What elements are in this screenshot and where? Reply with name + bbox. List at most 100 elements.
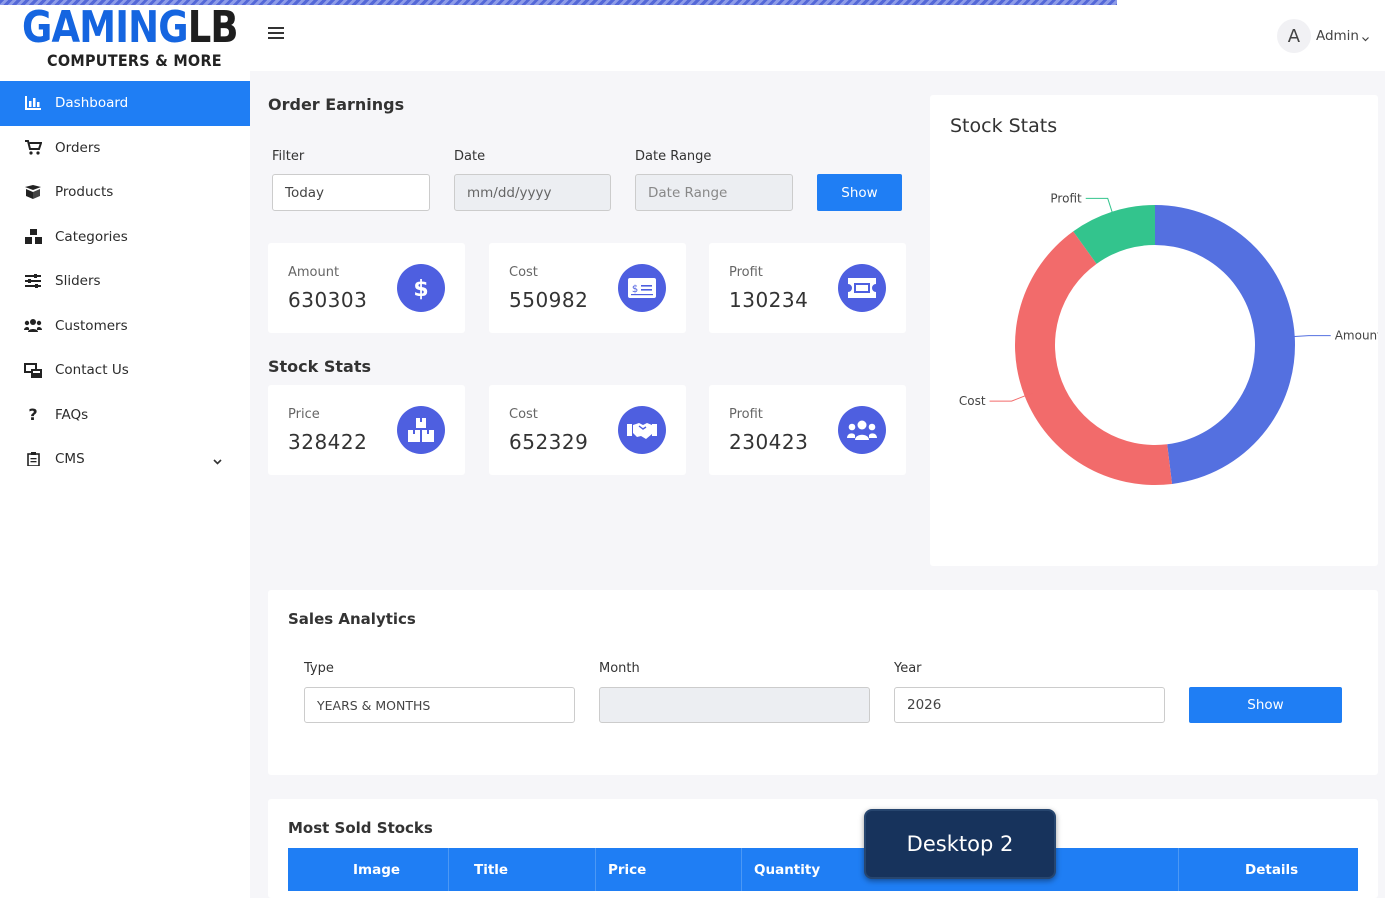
stock-stats-title: Stock Stats [268,357,371,376]
chevron-down-icon [1362,27,1369,46]
sidebar-item-contact-us[interactable]: Contact Us [0,348,250,393]
card-label: Amount [288,265,340,280]
boxes-icon [24,228,42,246]
users-icon [24,317,42,335]
logo-main-text: GAMING [22,2,189,53]
date-input[interactable]: mm/dd/yyyy [454,174,611,211]
earnings-cost-card: Cost 550982 $ [489,243,686,333]
column-header-quantity[interactable]: Quantity [754,848,820,891]
card-value: 550982 [509,288,589,312]
date-label: Date [454,149,486,164]
brand-logo[interactable]: GAMINGLB COMPUTERS & MORE [22,2,239,75]
sidebar-item-customers[interactable]: Customers [0,304,250,349]
month-label: Month [599,661,640,676]
donut-label-amount: Amount [1335,329,1378,343]
sliders-icon [24,272,42,290]
sidebar-item-sliders[interactable]: Sliders [0,259,250,304]
card-label: Cost [509,407,538,422]
donut-label-profit: Profit [1050,191,1082,205]
card-value: 130234 [729,288,809,312]
sidebar-item-label: Sliders [55,273,101,290]
column-divider [1178,848,1179,891]
column-header-title[interactable]: Title [474,848,508,891]
year-label: Year [894,661,922,676]
loading-progress-bar [0,0,1117,5]
order-earnings-show-button[interactable]: Show [817,174,902,211]
sidebar-item-label: Orders [55,139,101,156]
svg-text:$: $ [632,284,638,295]
dollar-icon: $ [397,264,445,312]
date-range-label: Date Range [635,149,712,164]
filter-select[interactable]: Today [272,174,430,211]
column-divider [448,848,449,891]
column-header-details[interactable]: Details [1245,848,1298,891]
sidebar-item-categories[interactable]: Categories [0,215,250,260]
stock-profit-card: Profit 230423 [709,385,906,475]
card-label: Profit [729,265,763,280]
users-icon [838,406,886,454]
clipboard-icon [24,450,42,468]
type-label: Type [304,661,334,676]
boxes-icon [397,406,445,454]
box-icon [24,183,42,201]
sidebar-item-label: Customers [55,317,128,334]
card-label: Cost [509,265,538,280]
sidebar-item-label: FAQs [55,406,89,423]
filter-label: Filter [272,149,305,164]
column-divider [741,848,742,891]
sidebar-item-faqs[interactable]: ? FAQs [0,393,250,438]
contact-icon [24,361,42,379]
stock-cost-card: Cost 652329 [489,385,686,475]
card-value: 328422 [288,430,368,454]
avatar[interactable]: A [1276,19,1311,53]
sidebar-item-cms[interactable]: CMS [0,437,250,482]
chart-bar-icon [24,94,42,112]
question-icon: ? [28,405,38,425]
chevron-down-icon[interactable] [213,453,222,469]
earnings-amount-card: Amount 630303 $ [268,243,465,333]
stock-price-card: Price 328422 [268,385,465,475]
sidebar-item-dashboard[interactable]: Dashboard [0,81,250,126]
desktop-switcher-badge[interactable]: Desktop 2 [864,809,1056,879]
sidebar-item-orders[interactable]: Orders [0,126,250,171]
most-sold-table-header: Image Title Price Quantity Details [288,848,1358,891]
handshake-icon [618,406,666,454]
order-earnings-title: Order Earnings [268,95,405,114]
stock-stats-chart-panel: Stock Stats Amount Cost Profit [930,95,1378,566]
user-menu[interactable]: A Admin [1276,19,1369,53]
column-header-image[interactable]: Image [353,848,400,891]
sidebar-item-products[interactable]: Products [0,170,250,215]
month-select[interactable] [599,687,870,723]
most-sold-title: Most Sold Stocks [288,819,433,837]
logo-subtitle: COMPUTERS & MORE [47,51,222,70]
column-divider [595,848,596,891]
column-header-price[interactable]: Price [608,848,646,891]
sidebar-item-label: Dashboard [55,95,129,112]
card-value: 652329 [509,430,589,454]
menu-toggle-icon[interactable] [268,27,284,41]
card-value: 630303 [288,288,368,312]
year-input[interactable]: 2026 [894,687,1165,723]
sales-analytics-panel: Sales Analytics Type Month Year YEARS & … [268,590,1378,775]
cart-icon [24,139,42,157]
sidebar-item-label: Categories [55,228,128,245]
sales-analytics-show-button[interactable]: Show [1189,687,1342,723]
ticket-icon [838,264,886,312]
card-value: 230423 [729,430,809,454]
donut-label-cost: Cost [959,394,986,408]
earnings-profit-card: Profit 130234 [709,243,906,333]
sidebar: GAMINGLB COMPUTERS & MORE Dashboard Orde… [0,0,250,898]
type-select[interactable]: YEARS & MONTHS [304,687,575,723]
logo-accent-text: LB [187,2,239,53]
date-range-input[interactable]: Date Range [635,174,793,211]
top-bar: A Admin [250,0,1385,71]
donut-slice-amount[interactable] [1155,205,1295,484]
svg-text:$: $ [413,277,428,300]
money-check-icon: $ [618,264,666,312]
sales-analytics-title: Sales Analytics [288,610,416,628]
user-name[interactable]: Admin [1316,28,1359,44]
donut-chart: Amount Cost Profit [959,191,1378,485]
donut-slice-cost[interactable] [1015,231,1173,485]
card-label: Profit [729,407,763,422]
sidebar-item-label: Contact Us [55,362,129,379]
